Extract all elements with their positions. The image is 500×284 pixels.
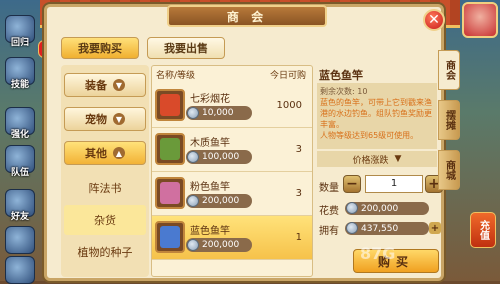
silver-coin-icon	[187, 151, 199, 163]
category-panel: 装备 ▼ 宠物 ▼ 其他 ▲ 阵法书 杂货 植物的种子	[61, 65, 149, 277]
category-other[interactable]: 其他 ▲	[64, 141, 146, 165]
left-menu-label: 回归	[10, 38, 29, 48]
item-name: 木质鱼竿	[190, 138, 230, 149]
item-price: 100,000	[186, 150, 252, 164]
left-hud: 回归 技能 强化 队伍 好友	[0, 0, 40, 284]
column-header-count: 今日可购	[269, 70, 306, 81]
left-menu-item-enhance[interactable]: 强化	[3, 100, 37, 140]
chevron-down-icon: ▼	[113, 79, 125, 91]
category-pet[interactable]: 宠物 ▼	[64, 107, 146, 131]
side-tab-shop[interactable]: 商会	[438, 50, 460, 90]
left-menu-item-team[interactable]: 队伍	[3, 138, 37, 178]
microphone-icon	[5, 256, 35, 284]
category-label: 其他	[85, 147, 107, 160]
chevron-down-icon: ▼	[394, 154, 402, 164]
category-label: 宠物	[85, 113, 107, 126]
item-price: 200,000	[186, 194, 252, 208]
description-requirement: 人物等级达到65级可使用。	[320, 131, 419, 140]
firework-icon	[160, 94, 180, 116]
table-header: 名称/等级 今日可购	[152, 66, 312, 82]
side-tab-mall[interactable]: 商城	[438, 150, 460, 190]
avatar[interactable]	[462, 2, 498, 38]
sub-category-plant-seeds[interactable]: 植物的种子	[64, 237, 146, 267]
price-trend-button[interactable]: 价格涨跌 ▼	[317, 151, 437, 167]
column-header-name: 名称/等级	[156, 70, 196, 81]
item-price-value: 100,000	[202, 152, 240, 162]
item-thumbnail	[155, 177, 185, 209]
item-description: 剩余次数: 10 蓝色的鱼竿，可带上它到戳来渔港的水边钓鱼。组队钓鱼奖励更丰富。…	[317, 83, 437, 149]
item-count: 1	[295, 232, 302, 243]
quantity-label: 数量	[319, 183, 339, 194]
watermark: 87G	[360, 244, 396, 263]
item-count: 3	[295, 144, 302, 155]
left-menu-label: 队伍	[10, 168, 29, 178]
detail-item-name: 蓝色鱼竿	[319, 69, 363, 82]
price-trend-label: 价格涨跌	[352, 155, 389, 166]
left-menu-item-huigui[interactable]: 回归	[3, 8, 37, 48]
table-row[interactable]: 粉色鱼竿 200,000 3	[152, 172, 312, 216]
item-price: 10,000	[186, 106, 252, 120]
table-row-selected[interactable]: 蓝色鱼竿 200,000 1	[152, 216, 312, 260]
chevron-up-icon: ▲	[113, 147, 125, 159]
left-menu-item-skill[interactable]: 技能	[3, 50, 37, 90]
item-price-value: 200,000	[202, 240, 240, 250]
owned-label: 拥有	[319, 226, 339, 237]
fishing-rod-icon	[160, 182, 180, 204]
item-name: 粉色鱼竿	[190, 182, 230, 193]
fishing-rod-icon	[160, 138, 180, 160]
add-currency-button[interactable]: +	[429, 222, 441, 234]
left-menu-label: 技能	[10, 80, 29, 90]
item-thumbnail	[155, 133, 185, 165]
category-label: 装备	[85, 79, 107, 92]
item-table: 名称/等级 今日可购 七彩烟花 10,000 1000 木质鱼竿 100,000…	[151, 65, 313, 277]
owned-value: 437,550	[345, 222, 429, 235]
recharge-button[interactable]: 充值	[470, 212, 496, 248]
item-price-value: 10,000	[202, 108, 234, 118]
window-title-bar: 商 会	[167, 5, 327, 27]
tab-sell[interactable]: 我要出售	[147, 37, 225, 59]
shop-window: 商 会 ✕ 我要购买 我要出售 装备 ▼ 宠物 ▼ 其他 ▲ 阵法书 杂货 植物…	[44, 4, 445, 281]
table-row[interactable]: 七彩烟花 10,000 1000	[152, 84, 312, 128]
quantity-decrease-button[interactable]: −	[343, 175, 361, 193]
category-equipment[interactable]: 装备 ▼	[64, 73, 146, 97]
item-name: 蓝色鱼竿	[190, 226, 230, 237]
silver-coin-icon	[346, 202, 358, 214]
silver-coin-icon	[187, 107, 199, 119]
item-price: 200,000	[186, 238, 252, 252]
item-name: 七彩烟花	[190, 94, 230, 105]
chevron-down-icon: ▼	[113, 113, 125, 125]
sub-category-sundries[interactable]: 杂货	[64, 205, 146, 235]
item-count: 3	[295, 188, 302, 199]
description-remaining: 剩余次数: 10	[320, 87, 368, 96]
minus-icon: −	[346, 176, 358, 192]
item-price-value: 200,000	[202, 196, 240, 206]
fishing-rod-icon	[160, 226, 180, 248]
voice-button[interactable]	[3, 244, 37, 284]
silver-coin-icon	[187, 195, 199, 207]
description-text: 蓝色的鱼竿，可带上它到戳来渔港的水边钓鱼。组队钓鱼奖励更丰富。	[320, 98, 432, 129]
item-thumbnail	[155, 89, 185, 121]
sub-category-formation-book[interactable]: 阵法书	[64, 173, 146, 203]
close-button[interactable]: ✕	[423, 9, 445, 31]
tab-buy[interactable]: 我要购买	[61, 37, 139, 59]
silver-coin-icon	[187, 239, 199, 251]
side-tab-stall[interactable]: 摆摊	[438, 100, 460, 140]
item-thumbnail	[155, 221, 185, 253]
quantity-input[interactable]: 1	[365, 175, 423, 193]
right-hud: 充值	[460, 0, 500, 281]
plus-icon: +	[430, 222, 440, 234]
window-title: 商 会	[226, 9, 268, 24]
close-icon: ✕	[428, 12, 440, 28]
table-row[interactable]: 木质鱼竿 100,000 3	[152, 128, 312, 172]
cost-value-text: 200,000	[361, 203, 399, 214]
cost-label: 花费	[319, 206, 339, 217]
owned-value-text: 437,550	[361, 223, 399, 234]
cost-value: 200,000	[345, 202, 429, 215]
item-count: 1000	[276, 100, 302, 111]
silver-coin-icon	[346, 222, 358, 234]
